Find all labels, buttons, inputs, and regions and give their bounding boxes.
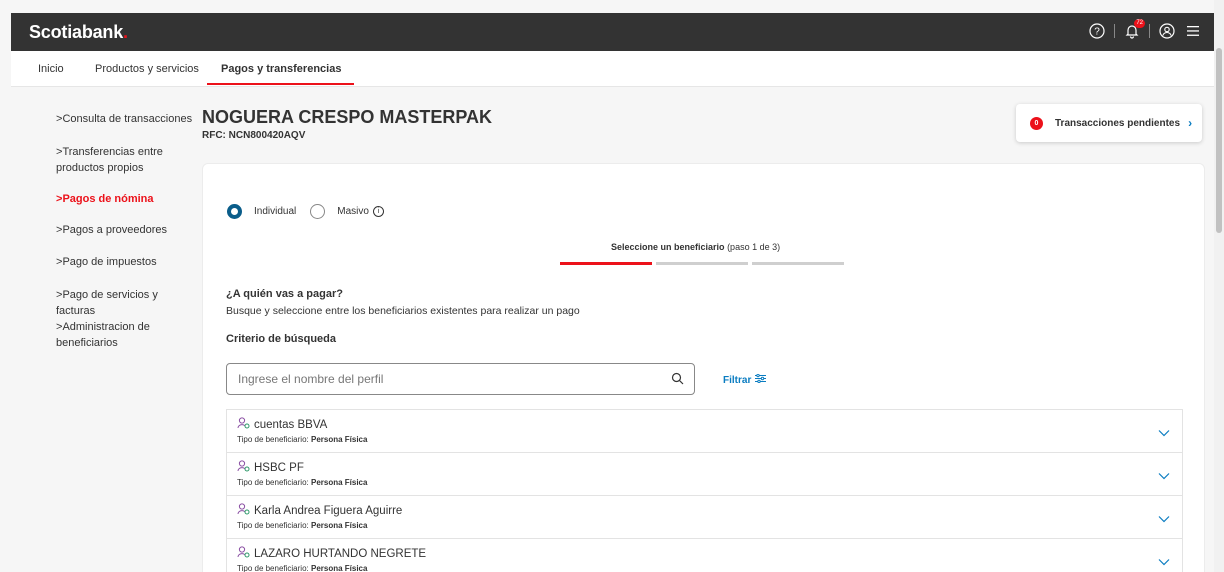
- sidebar-item-nomina[interactable]: >Pagos de nómina: [56, 191, 196, 207]
- search-icon[interactable]: [671, 372, 684, 390]
- type-value: Persona Física: [310, 564, 368, 572]
- payment-mode-group: Individual Masivo i: [227, 204, 384, 219]
- brand-name: Scotiabank: [29, 22, 124, 42]
- beneficiary-name-row: LAZARO HURTANDO NEGRETE: [237, 546, 426, 561]
- radio-individual-label[interactable]: Individual: [254, 206, 296, 217]
- filter-button[interactable]: Filtrar: [723, 373, 767, 386]
- sidebar-item-consulta[interactable]: >Consulta de transacciones: [56, 111, 196, 127]
- radio-masivo[interactable]: [310, 204, 326, 219]
- sidebar-item-impuestos[interactable]: >Pago de impuestos: [56, 254, 196, 270]
- company-rfc: RFC: NCN800420AQV: [202, 130, 306, 141]
- divider: [1114, 24, 1115, 38]
- sidebar-item-label: Consulta de transacciones: [62, 113, 193, 125]
- sidebar-item-label: Pago de servicios y facturas: [56, 289, 158, 317]
- payment-card: Individual Masivo i Seleccione un benefi…: [202, 163, 1205, 572]
- list-item[interactable]: cuentas BBVA Tipo de beneficiario: Perso…: [226, 409, 1183, 452]
- step-bar-1: [560, 262, 652, 265]
- chevron-down-icon[interactable]: [1158, 424, 1170, 442]
- list-item[interactable]: HSBC PF Tipo de beneficiario: Persona Fí…: [226, 452, 1183, 495]
- nav-inicio[interactable]: Inicio: [38, 63, 64, 75]
- scotiabank-logo[interactable]: Scotiabank.: [29, 22, 128, 43]
- divider: [1149, 24, 1150, 38]
- chevron-down-icon[interactable]: [1158, 467, 1170, 485]
- search-box: [226, 363, 695, 395]
- user-icon: [237, 417, 250, 432]
- beneficiary-type: Tipo de beneficiario: Persona Física: [237, 521, 367, 530]
- step-progress: (paso 1 de 3): [727, 242, 781, 252]
- type-value: Persona Física: [310, 435, 368, 444]
- user-icon: [237, 546, 250, 561]
- sidebar-item-servicios[interactable]: >Pago de servicios y facturas: [56, 287, 196, 319]
- sidebar-item-label: Pago de impuestos: [62, 256, 157, 268]
- chevron-right-icon: ›: [1188, 116, 1193, 130]
- filter-label: Filtrar: [723, 374, 752, 386]
- type-label: Tipo de beneficiario:: [237, 478, 309, 487]
- sidebar-item-label: Pagos a proveedores: [62, 224, 168, 236]
- stepper-bars: [560, 262, 844, 265]
- scrollbar-thumb[interactable]: [1216, 48, 1222, 233]
- info-icon[interactable]: i: [372, 206, 384, 217]
- sidebar-item-proveedores[interactable]: >Pagos a proveedores: [56, 222, 196, 238]
- radio-individual[interactable]: [227, 204, 242, 219]
- company-name: NOGUERA CRESPO MASTERPAK: [202, 107, 493, 127]
- sidebar-item-transferencias[interactable]: >Transferencias entre productos propios: [56, 144, 196, 176]
- header-actions: ? 72: [1088, 19, 1202, 40]
- type-label: Tipo de beneficiario:: [237, 521, 309, 530]
- pending-count-badge: 0: [1030, 116, 1043, 130]
- filter-icon: [755, 373, 767, 386]
- search-input[interactable]: [238, 372, 658, 386]
- type-value: Persona Física: [310, 478, 368, 487]
- beneficiary-type: Tipo de beneficiario: Persona Física: [237, 435, 367, 444]
- beneficiary-name: cuentas BBVA: [254, 418, 328, 431]
- sidebar-item-beneficiarios[interactable]: >Administracion de beneficiarios: [56, 319, 196, 351]
- chevron-down-icon[interactable]: [1158, 510, 1170, 528]
- menu-icon[interactable]: [1184, 22, 1202, 40]
- sidebar-item-label: Pagos de nómina: [62, 193, 154, 205]
- sidebar-item-label: Transferencias entre productos propios: [56, 146, 163, 174]
- beneficiary-list: cuentas BBVA Tipo de beneficiario: Perso…: [226, 409, 1183, 572]
- notification-badge: 72: [1134, 19, 1145, 28]
- user-icon[interactable]: [1158, 22, 1176, 40]
- question-title: ¿A quién vas a pagar?: [226, 288, 343, 300]
- type-label: Tipo de beneficiario:: [237, 435, 309, 444]
- beneficiary-name-row: HSBC PF: [237, 460, 304, 475]
- beneficiary-name: LAZARO HURTANDO NEGRETE: [254, 547, 427, 560]
- user-icon: [237, 503, 250, 518]
- brand-dot: .: [123, 22, 128, 42]
- nav-productos[interactable]: Productos y servicios: [95, 63, 199, 75]
- main-nav: Inicio Productos y servicios Pagos y tra…: [11, 51, 1214, 87]
- criteria-label: Criterio de búsqueda: [226, 333, 337, 345]
- list-item[interactable]: Karla Andrea Figuera Aguirre Tipo de ben…: [226, 495, 1183, 538]
- chevron-down-icon[interactable]: [1158, 553, 1170, 571]
- bell-icon[interactable]: 72: [1123, 19, 1145, 40]
- pending-label: Transacciones pendientes: [1055, 117, 1181, 129]
- step-title: Seleccione un beneficiario: [611, 242, 725, 252]
- type-label: Tipo de beneficiario:: [237, 564, 309, 572]
- active-tab-indicator: [207, 83, 354, 85]
- question-description: Busque y seleccione entre los beneficiar…: [226, 305, 580, 317]
- sidebar-item-label: Administracion de beneficiarios: [56, 321, 150, 349]
- user-icon: [237, 460, 250, 475]
- radio-masivo-label[interactable]: Masivo: [337, 206, 369, 217]
- beneficiary-type: Tipo de beneficiario: Persona Física: [237, 478, 367, 487]
- nav-pagos[interactable]: Pagos y transferencias: [221, 63, 341, 75]
- beneficiary-name: Karla Andrea Figuera Aguirre: [254, 504, 403, 517]
- stepper-label: Seleccione un beneficiario (paso 1 de 3): [611, 242, 780, 252]
- step-bar-2: [656, 262, 748, 265]
- beneficiary-name-row: Karla Andrea Figuera Aguirre: [237, 503, 402, 518]
- page-scrollbar[interactable]: [1214, 0, 1224, 572]
- pending-transactions-button[interactable]: 0 Transacciones pendientes ›: [1016, 104, 1202, 142]
- beneficiary-name-row: cuentas BBVA: [237, 417, 327, 432]
- beneficiary-type: Tipo de beneficiario: Persona Física: [237, 564, 367, 572]
- list-item[interactable]: LAZARO HURTANDO NEGRETE Tipo de benefici…: [226, 538, 1183, 572]
- step-bar-3: [752, 262, 844, 265]
- type-value: Persona Física: [310, 521, 368, 530]
- help-icon[interactable]: ?: [1088, 22, 1106, 40]
- top-header: Scotiabank. ? 72: [11, 13, 1214, 51]
- beneficiary-name: HSBC PF: [254, 461, 304, 474]
- svg-text:?: ?: [1094, 27, 1100, 38]
